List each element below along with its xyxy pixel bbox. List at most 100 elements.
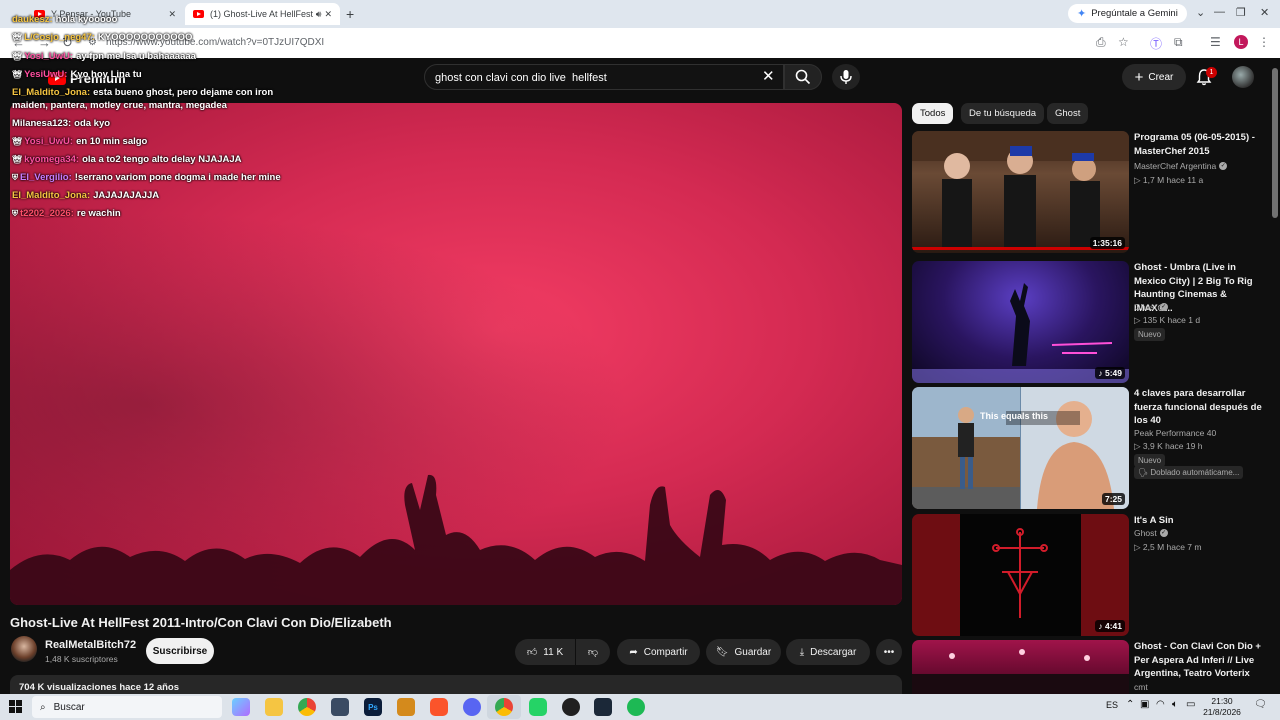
create-label: Crear [1148,71,1174,83]
save-button[interactable]: 🔖︎ Guardar [706,639,781,665]
video-thumbnail[interactable] [912,640,1129,694]
download-button[interactable]: ⤓ Descargar [786,639,870,665]
taskbar-search-label: Buscar [53,701,85,713]
notifications-center-icon[interactable]: 🗨︎ [1254,699,1267,710]
recommendation-channel[interactable]: Peak Performance 40 [1134,428,1216,438]
file-explorer-icon[interactable] [265,698,283,716]
channel-avatar[interactable] [11,636,37,662]
recommended-video[interactable]: Ghost - Con Clavi Con Dio + Per Aspera A… [912,640,1262,694]
close-window-icon[interactable]: ✕ [1260,6,1269,19]
microphone-icon [840,70,852,84]
taskbar-search[interactable]: ⌕ Buscar [32,696,222,718]
chat-username: Milanesa123: [12,118,72,129]
recommendation-channel[interactable]: Ghost ✓ [1134,528,1168,538]
steam-app-icon[interactable] [594,698,612,716]
video-thumbnail[interactable]: 1:35:16 [912,131,1129,253]
recommendation-meta: ▷ 2,5 M hace 7 m [1134,542,1202,552]
close-tab-icon[interactable]: ✕ [168,9,176,20]
voice-search-button[interactable] [832,64,860,90]
menu-dots-icon[interactable]: ⋮ [1258,35,1270,49]
copilot-app-icon[interactable] [232,698,250,716]
recommendation-channel[interactable]: Ghost ✓ [1134,302,1168,312]
chrome-active-app-icon[interactable] [495,698,513,716]
spotify-app-icon[interactable] [627,698,645,716]
subscribe-button[interactable]: Suscribirse [146,638,214,664]
game-app-icon[interactable] [397,698,415,716]
search-input[interactable] [435,70,755,85]
account-avatar[interactable] [1232,66,1254,88]
close-tab-icon[interactable]: ✕ [324,9,332,20]
reading-list-icon[interactable]: ☰ [1210,35,1221,49]
whatsapp-app-icon[interactable] [529,698,547,716]
page-scrollbar[interactable] [1270,58,1280,694]
recommendation-title[interactable]: It's A Sin [1134,514,1262,528]
chat-message: ⛨ t2202_2026: re wachin [12,208,121,219]
video-thumbnail[interactable]: This equals this 7:25 [912,387,1129,509]
bookmark-star-icon[interactable]: ☆ [1118,35,1129,49]
input-language[interactable]: ES [1106,700,1118,710]
chip-todos[interactable]: Todos [912,103,954,124]
wifi-icon[interactable]: ◠ [1156,699,1165,710]
new-tab-icon[interactable]: + [346,6,354,22]
chat-username: t2202_2026: [20,208,74,219]
share-button[interactable]: ➦ Compartir [617,639,700,665]
battery-icon[interactable]: ▭ [1186,699,1195,710]
tab-ghost-hellfest[interactable]: (1) Ghost-Live At HellFest 2 🔊︎ ✕ [185,3,340,25]
discord-app-icon[interactable] [463,698,481,716]
recommendation-title[interactable]: 4 claves para desarrollar fuerza funcion… [1134,387,1262,428]
channel-name: Ghost [1134,528,1157,538]
badge-text: Doblado automáticame... [1150,468,1240,477]
photoshop-app-icon[interactable]: Ps [364,698,382,716]
recommendation-channel[interactable]: cmt [1134,682,1148,692]
grucifix-thumbnail-art [960,514,1081,636]
steam-like-app-icon[interactable] [331,698,349,716]
brave-app-icon[interactable] [430,698,448,716]
obs-app-icon[interactable] [562,698,580,716]
scrollbar-thumb[interactable] [1272,68,1278,218]
share-icon: ➦ [629,646,638,658]
recommendation-title[interactable]: Programa 05 (06-05-2015) - MasterChef 20… [1134,131,1262,158]
chrome-app-icon[interactable] [298,698,316,716]
chat-username: El_Maldito_Jona: [12,190,91,201]
chevron-down-icon[interactable]: ⌄ [1196,6,1205,19]
video-duration: ♪ 5:49 [1095,367,1125,379]
tray-app-icon[interactable]: ▣ [1140,699,1149,710]
recommended-video[interactable]: ♪ 5:49 Ghost - Umbra (Live in Mexico Cit… [912,261,1262,383]
search-button[interactable] [784,64,822,90]
clear-search-icon[interactable]: ✕ [762,67,775,85]
cast-icon[interactable]: ⎙ [1096,35,1106,50]
recommendation-channel[interactable]: MasterChef Argentina ✓ [1134,161,1228,171]
verified-icon: ✓ [1219,162,1228,170]
channel-name: Peak Performance 40 [1134,428,1217,438]
profile-avatar[interactable]: L [1234,35,1248,49]
more-actions-button[interactable]: ••• [876,639,902,665]
windows-start-icon[interactable] [9,700,22,713]
dislike-button[interactable]: 👎︎ [576,639,610,665]
extensions-icon[interactable]: ⧉ [1174,35,1183,50]
recommended-video[interactable]: ♪ 4:41 It's A Sin Ghost ✓ ▷ 2,5 M hace 7… [912,514,1262,636]
chat-username: YesiUwU: [24,69,68,80]
chip-de-tu-busqueda[interactable]: De tu búsqueda [961,103,1045,124]
chat-text: ola a to2 tengo alto delay NJAJAJA [82,154,242,165]
search-box[interactable] [424,64,784,90]
maximize-icon[interactable]: ❐ [1236,6,1246,19]
video-thumbnail[interactable]: ♪ 4:41 [912,514,1129,636]
minimize-icon[interactable]: — [1214,6,1225,18]
create-button[interactable]: + Crear [1122,64,1186,90]
gemini-spark-icon: ✦ [1077,8,1087,20]
volume-icon[interactable]: 🔈︎ [1172,699,1178,710]
channel-name[interactable]: RealMetalBitch72 [45,639,136,651]
chat-text: re wachin [76,208,121,219]
gemini-button[interactable]: ✦ Pregúntale a Gemini [1068,4,1187,23]
chip-ghost[interactable]: Ghost [1047,103,1089,124]
recommendation-title[interactable]: Ghost - Con Clavi Con Dio + Per Aspera A… [1134,640,1262,681]
like-button[interactable]: 👍︎ 11 K [515,639,575,665]
translate-icon[interactable]: Ⓣ [1150,35,1162,52]
recommended-video[interactable]: This equals this 7:25 4 claves para desa… [912,387,1262,509]
taskbar-clock[interactable]: 21:30 21/8/2026 [1200,696,1244,718]
recommended-video[interactable]: 1:35:16 Programa 05 (06-05-2015) - Maste… [912,131,1262,253]
audio-playing-icon[interactable]: 🔊︎ [316,9,322,20]
tray-chevron-icon[interactable]: ⌃ [1126,699,1134,710]
video-thumbnail[interactable]: ♪ 5:49 [912,261,1129,383]
more-dots-icon: ••• [883,646,895,658]
